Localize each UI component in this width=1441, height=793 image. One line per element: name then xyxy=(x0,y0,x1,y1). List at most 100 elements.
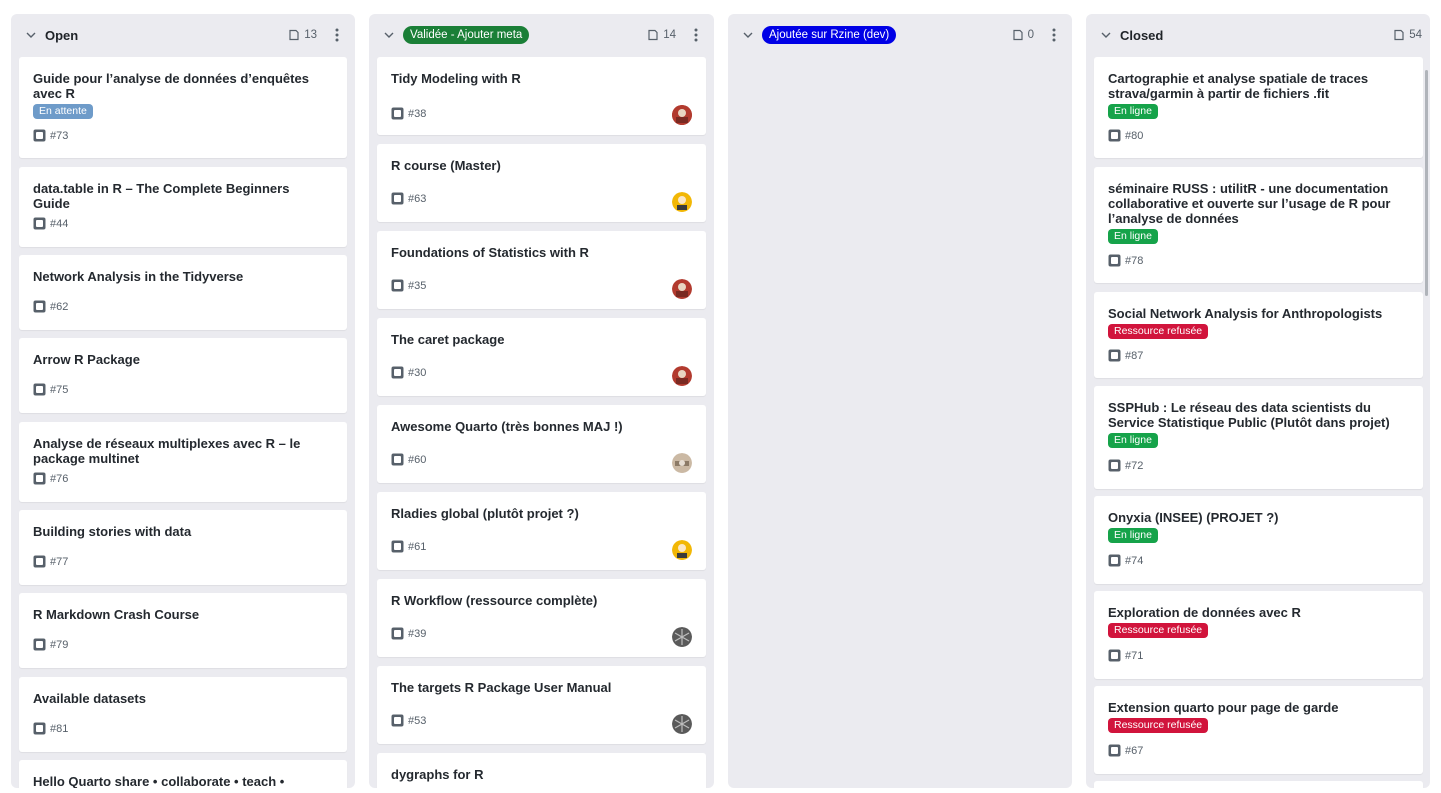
issue-draft-icon xyxy=(1108,459,1121,472)
assignee-avatar[interactable] xyxy=(672,105,692,125)
issue-card[interactable]: The caret package #30 xyxy=(377,318,706,396)
card-number: #77 xyxy=(50,555,69,568)
card-number: #81 xyxy=(50,722,69,735)
status-label[interactable]: Ressource refusée xyxy=(1108,623,1209,638)
issue-card[interactable]: Available datasets #81 xyxy=(19,677,347,752)
issue-card[interactable]: R Workflow (ressource complète) #39 xyxy=(377,579,706,657)
issue-card[interactable]: Building stories with data #77 xyxy=(19,510,347,585)
issue-card[interactable]: séminaire RUSS : utilitR - une documenta… xyxy=(1094,167,1423,283)
issue-card[interactable]: dygraphs for R xyxy=(377,753,706,788)
card-meta: #73 xyxy=(33,129,68,142)
issue-card[interactable]: Network Analysis in the Tidyverse #62 xyxy=(19,255,347,330)
issue-card[interactable]: Foundations of Statistics with R #35 xyxy=(377,231,706,309)
card-number: #35 xyxy=(408,279,427,292)
card-number: #79 xyxy=(50,638,69,651)
card-title[interactable]: Onyxia (INSEE) (PROJET ?) xyxy=(1108,510,1409,525)
issue-card[interactable]: data.table in R – The Complete Beginners… xyxy=(19,167,347,247)
card-title[interactable]: Exploration de données avec R xyxy=(1108,605,1409,620)
kebab-menu-icon[interactable] xyxy=(686,25,706,45)
card-meta: #60 xyxy=(391,453,426,466)
issue-card[interactable]: SSPHub : Le réseau des data scientists d… xyxy=(1094,386,1423,489)
status-label[interactable]: En ligne xyxy=(1108,433,1158,448)
issue-card[interactable]: Awesome Quarto (très bonnes MAJ !) #60 xyxy=(377,405,706,483)
kebab-menu-icon[interactable] xyxy=(327,25,347,45)
card-meta: #78 xyxy=(1108,254,1143,267)
card-title[interactable]: SSPHub : Le réseau des data scientists d… xyxy=(1108,400,1409,430)
issue-card[interactable]: Social Network Analysis for Anthropologi… xyxy=(1094,292,1423,378)
card-number: #76 xyxy=(50,472,69,485)
card-title[interactable]: Extension quarto pour page de garde xyxy=(1108,700,1409,715)
status-label[interactable]: En ligne xyxy=(1108,104,1158,119)
chevron-down-icon[interactable] xyxy=(23,27,39,43)
card-title[interactable]: Rladies global (plutôt projet ?) xyxy=(391,506,692,521)
assignee-avatar[interactable] xyxy=(672,192,692,212)
card-title[interactable]: Arrow R Package xyxy=(33,352,333,367)
issue-card[interactable]: The targets R Package User Manual #53 xyxy=(377,666,706,744)
card-title[interactable]: dygraphs for R xyxy=(391,767,692,782)
card-title[interactable]: Building stories with data xyxy=(33,524,333,539)
issue-card[interactable]: Hello Quarto share • collaborate • teach… xyxy=(19,760,347,788)
card-meta: #35 xyxy=(391,279,426,292)
card-title[interactable]: Cartographie et analyse spatiale de trac… xyxy=(1108,71,1409,101)
card-meta: #87 xyxy=(1108,349,1143,362)
status-label[interactable]: En ligne xyxy=(1108,229,1158,244)
issue-card[interactable]: Arrow R Package #75 xyxy=(19,338,347,413)
column-count-value: 54 xyxy=(1409,29,1422,41)
card-title[interactable]: Analyse de réseaux multiplexes avec R – … xyxy=(33,436,333,466)
card-title[interactable]: R course (Master) xyxy=(391,158,692,173)
chevron-down-icon[interactable] xyxy=(381,27,397,43)
issue-draft-icon xyxy=(33,722,46,735)
card-title[interactable]: Network Analysis in the Tidyverse xyxy=(33,269,333,284)
chevron-down-icon[interactable] xyxy=(1098,27,1114,43)
card-title[interactable]: Hello Quarto share • collaborate • teach… xyxy=(33,774,333,788)
issue-card[interactable]: Analyse de réseaux multiplexes avec R – … xyxy=(19,422,347,502)
card-title[interactable]: R Workflow (ressource complète) xyxy=(391,593,692,608)
note-icon xyxy=(289,29,299,41)
card-title[interactable]: data.table in R – The Complete Beginners… xyxy=(33,181,333,211)
assignee-avatar[interactable] xyxy=(672,279,692,299)
card-title[interactable]: séminaire RUSS : utilitR - une documenta… xyxy=(1108,181,1409,226)
card-title[interactable]: The caret package xyxy=(391,332,692,347)
status-label[interactable]: En ligne xyxy=(1108,528,1158,543)
card-meta: #63 xyxy=(391,192,426,205)
card-title[interactable]: Tidy Modeling with R xyxy=(391,71,692,86)
card-title[interactable]: Foundations of Statistics with R xyxy=(391,245,692,260)
issue-card[interactable]: Exploration de données avec R Ressource … xyxy=(1094,591,1423,679)
issue-card[interactable] xyxy=(1094,781,1423,788)
card-meta: #79 xyxy=(33,638,68,651)
status-label[interactable]: En attente xyxy=(33,104,93,119)
assignee-avatar[interactable] xyxy=(672,714,692,734)
card-title[interactable]: R Markdown Crash Course xyxy=(33,607,333,622)
status-label[interactable]: Ressource refusée xyxy=(1108,718,1209,733)
issue-card[interactable]: Guide pour l’analyse de données d’enquêt… xyxy=(19,57,347,158)
issue-card[interactable]: Onyxia (INSEE) (PROJET ?) En ligne #74 xyxy=(1094,496,1423,584)
issue-card[interactable]: Cartographie et analyse spatiale de trac… xyxy=(1094,57,1423,158)
card-number: #39 xyxy=(408,627,427,640)
chevron-down-icon[interactable] xyxy=(740,27,756,43)
column-scrollbar[interactable] xyxy=(1425,70,1428,296)
issue-card[interactable]: R Markdown Crash Course #79 xyxy=(19,593,347,668)
card-title[interactable]: Social Network Analysis for Anthropologi… xyxy=(1108,306,1409,321)
card-meta: #77 xyxy=(33,555,68,568)
card-title[interactable]: Awesome Quarto (très bonnes MAJ !) xyxy=(391,419,692,434)
card-title[interactable]: The targets R Package User Manual xyxy=(391,680,692,695)
issue-card[interactable]: Rladies global (plutôt projet ?) #61 xyxy=(377,492,706,570)
status-label[interactable]: Ressource refusée xyxy=(1108,324,1209,339)
assignee-avatar[interactable] xyxy=(672,540,692,560)
issue-card[interactable]: Extension quarto pour page de garde Ress… xyxy=(1094,686,1423,774)
card-title[interactable]: Guide pour l’analyse de données d’enquêt… xyxy=(33,71,333,101)
note-icon xyxy=(1012,29,1023,41)
assignee-avatar[interactable] xyxy=(672,453,692,473)
card-title[interactable]: Available datasets xyxy=(33,691,333,706)
column-title: Closed xyxy=(1120,27,1164,43)
assignee-avatar[interactable] xyxy=(672,366,692,386)
column-ajoutee: Ajoutée sur Rzine (dev) 0 xyxy=(728,14,1072,788)
issue-card[interactable]: R course (Master) #63 xyxy=(377,144,706,222)
card-list: Tidy Modeling with R #38 R course (Maste… xyxy=(377,57,706,788)
column-count: 0 xyxy=(1012,29,1034,41)
kebab-menu-icon[interactable] xyxy=(1044,25,1064,45)
issue-card[interactable]: Tidy Modeling with R #38 xyxy=(377,57,706,135)
issue-draft-icon xyxy=(391,453,404,466)
card-number: #53 xyxy=(408,714,427,727)
assignee-avatar[interactable] xyxy=(672,627,692,647)
